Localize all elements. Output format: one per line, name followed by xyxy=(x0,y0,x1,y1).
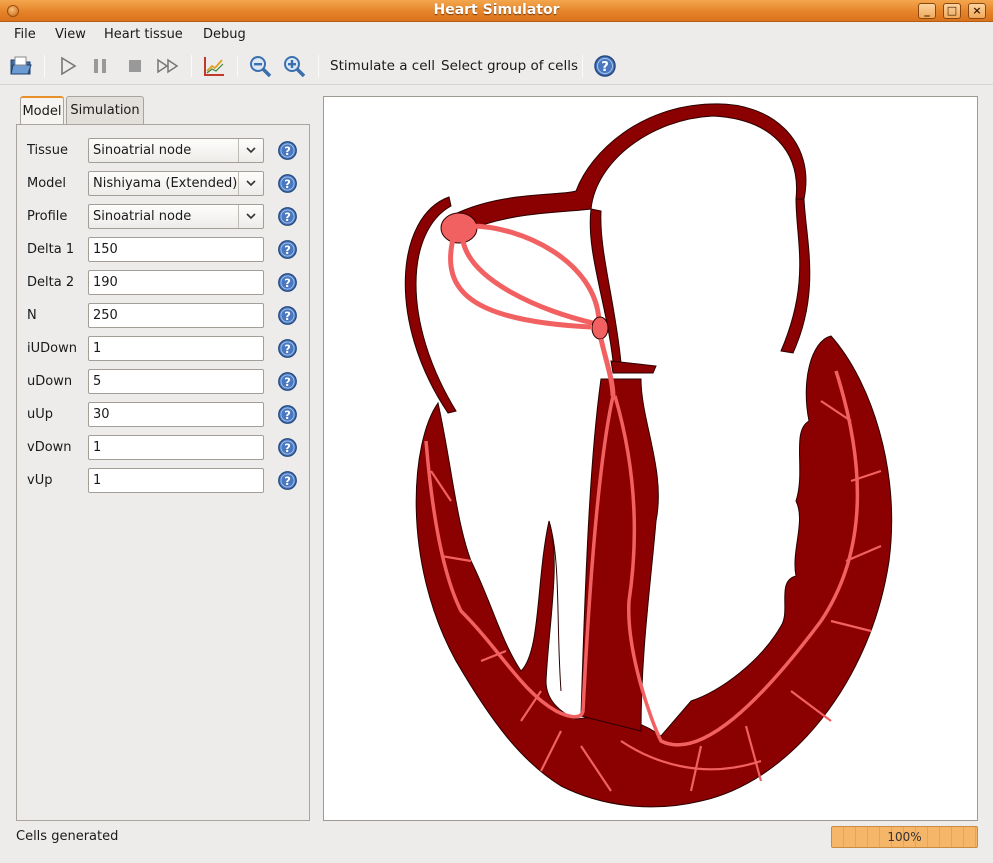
internodal-path-3 xyxy=(448,238,592,330)
select-group-cells-button[interactable]: Select group of cells xyxy=(441,58,578,74)
udown-value: 5 xyxy=(93,374,102,389)
tissue-value: Sinoatrial node xyxy=(93,143,192,158)
delta1-value: 150 xyxy=(93,242,118,257)
chevron-down-icon xyxy=(238,205,263,228)
delta1-field[interactable]: 150 xyxy=(88,237,264,262)
menu-bar: File View Heart tissue Debug xyxy=(0,23,993,47)
progress-text: 100% xyxy=(887,830,922,844)
chevron-down-icon xyxy=(238,172,263,195)
profile-value: Sinoatrial node xyxy=(93,209,192,224)
heart-canvas[interactable] xyxy=(323,96,978,821)
vdown-help-icon[interactable]: ? xyxy=(277,437,298,458)
svg-text:?: ? xyxy=(284,309,291,323)
interatrial-septum xyxy=(589,208,622,364)
iudown-field[interactable]: 1 xyxy=(88,336,264,361)
udown-help-icon[interactable]: ? xyxy=(277,371,298,392)
model-label: Model xyxy=(27,176,67,191)
svg-text:?: ? xyxy=(284,210,291,224)
vup-help-icon[interactable]: ? xyxy=(277,470,298,491)
udown-field[interactable]: 5 xyxy=(88,369,264,394)
fast-forward-icon[interactable] xyxy=(156,54,180,78)
vup-value: 1 xyxy=(93,473,102,488)
n-help-icon[interactable]: ? xyxy=(277,305,298,326)
tab-simulation[interactable]: Simulation xyxy=(66,96,144,124)
stop-icon[interactable] xyxy=(123,54,147,78)
stimulate-cell-button[interactable]: Stimulate a cell xyxy=(330,58,435,74)
uup-value: 30 xyxy=(93,407,110,422)
svg-text:?: ? xyxy=(284,375,291,389)
iudown-label: iUDown xyxy=(27,341,77,356)
uup-field[interactable]: 30 xyxy=(88,402,264,427)
status-message: Cells generated xyxy=(16,829,119,844)
tab-model[interactable]: Model xyxy=(20,96,64,125)
delta2-label: Delta 2 xyxy=(27,275,75,290)
vup-field[interactable]: 1 xyxy=(88,468,264,493)
maximize-button[interactable]: □ xyxy=(943,3,961,19)
n-label: N xyxy=(27,308,37,323)
menu-view[interactable]: View xyxy=(55,27,86,42)
chevron-down-icon xyxy=(238,139,263,162)
vdown-label: vDown xyxy=(27,440,72,455)
svg-text:?: ? xyxy=(601,60,609,75)
atrioventricular-node xyxy=(591,316,609,340)
delta2-field[interactable]: 190 xyxy=(88,270,264,295)
tissue-help-icon[interactable]: ? xyxy=(277,140,298,161)
svg-text:?: ? xyxy=(284,243,291,257)
valve-ledge xyxy=(610,360,657,374)
svg-text:?: ? xyxy=(284,474,291,488)
svg-text:?: ? xyxy=(284,177,291,191)
n-field[interactable]: 250 xyxy=(88,303,264,328)
vup-label: vUp xyxy=(27,473,53,488)
heart-diagram xyxy=(404,103,893,808)
iudown-help-icon[interactable]: ? xyxy=(277,338,298,359)
udown-label: uDown xyxy=(27,374,73,389)
title-bar: Heart Simulator _ □ × xyxy=(0,0,993,22)
menu-debug[interactable]: Debug xyxy=(203,27,246,42)
profile-help-icon[interactable]: ? xyxy=(277,206,298,227)
zoom-in-icon[interactable] xyxy=(282,54,306,78)
svg-text:?: ? xyxy=(284,441,291,455)
svg-text:?: ? xyxy=(284,408,291,422)
model-select[interactable]: Nishiyama (Extended) xyxy=(88,171,264,196)
svg-text:?: ? xyxy=(284,342,291,356)
atrial-wall-right xyxy=(780,198,811,354)
minimize-button[interactable]: _ xyxy=(918,3,936,19)
delta2-value: 190 xyxy=(93,275,118,290)
tissue-label: Tissue xyxy=(27,143,68,158)
help-icon[interactable]: ? xyxy=(593,54,617,78)
delta2-help-icon[interactable]: ? xyxy=(277,272,298,293)
iudown-value: 1 xyxy=(93,341,102,356)
menu-file[interactable]: File xyxy=(14,27,36,42)
zoom-out-icon[interactable] xyxy=(248,54,272,78)
uup-help-icon[interactable]: ? xyxy=(277,404,298,425)
delta1-label: Delta 1 xyxy=(27,242,75,257)
svg-text:?: ? xyxy=(284,144,291,158)
pause-icon[interactable] xyxy=(88,54,112,78)
internodal-path-2 xyxy=(460,240,594,326)
vdown-value: 1 xyxy=(93,440,102,455)
svg-text:?: ? xyxy=(284,276,291,290)
profile-label: Profile xyxy=(27,209,68,224)
close-button[interactable]: × xyxy=(968,3,986,19)
model-value: Nishiyama (Extended) xyxy=(93,176,238,191)
ventricle-left xyxy=(415,335,893,808)
open-folder-icon[interactable] xyxy=(9,54,33,78)
menu-heart-tissue[interactable]: Heart tissue xyxy=(104,27,183,42)
toolbar: Stimulate a cell Select group of cells ? xyxy=(0,47,993,85)
uup-label: uUp xyxy=(27,407,54,422)
window-title: Heart Simulator xyxy=(433,2,560,18)
progress-bar: 100% xyxy=(831,826,978,848)
model-help-icon[interactable]: ? xyxy=(277,173,298,194)
vdown-field[interactable]: 1 xyxy=(88,435,264,460)
n-value: 250 xyxy=(93,308,118,323)
chart-icon[interactable] xyxy=(202,54,226,78)
atrial-roof xyxy=(452,103,807,234)
delta1-help-icon[interactable]: ? xyxy=(277,239,298,260)
play-icon[interactable] xyxy=(56,54,80,78)
tissue-select[interactable]: Sinoatrial node xyxy=(88,138,264,163)
profile-select[interactable]: Sinoatrial node xyxy=(88,204,264,229)
